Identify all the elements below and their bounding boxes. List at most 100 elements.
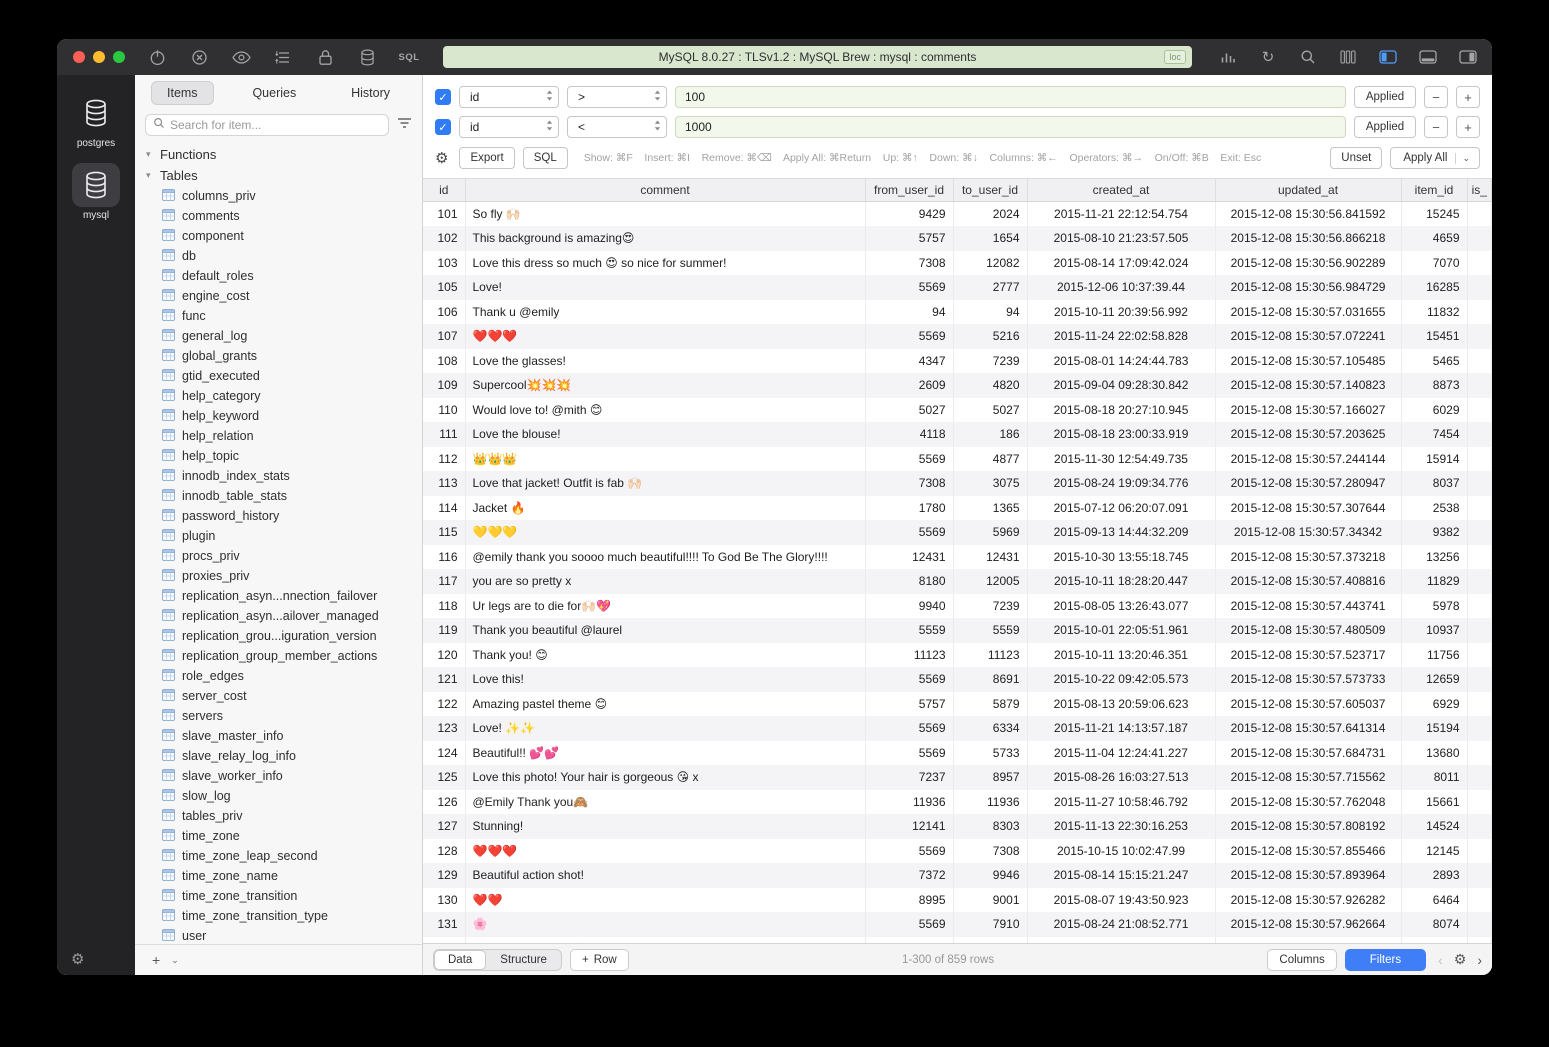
- cell-created_at[interactable]: 2015-08-14 15:15:21.247: [1027, 863, 1215, 888]
- cell-from_user_id[interactable]: 9940: [865, 594, 953, 619]
- cell-created_at[interactable]: 2015-07-12 06:20:07.091: [1027, 496, 1215, 521]
- cell-created_at[interactable]: 2015-10-01 22:05:51.961: [1027, 618, 1215, 643]
- sidebar-table-innodb_table_stats[interactable]: innodb_table_stats: [135, 486, 422, 506]
- cell-id[interactable]: 112: [423, 447, 465, 472]
- lock-icon[interactable]: [315, 47, 335, 67]
- cell-created_at[interactable]: 2015-11-04 12:24:41.227: [1027, 741, 1215, 766]
- sidebar-table-help_category[interactable]: help_category: [135, 386, 422, 406]
- cell-comment[interactable]: Amazing pastel theme 😊: [465, 692, 865, 717]
- connection-postgres[interactable]: postgres: [72, 91, 120, 149]
- sidebar-table-password_history[interactable]: password_history: [135, 506, 422, 526]
- add-filter-button[interactable]: +: [1456, 116, 1480, 138]
- cell-item_id[interactable]: 8011: [1401, 765, 1467, 790]
- cell-from_user_id[interactable]: 12431: [865, 545, 953, 570]
- cell-is_[interactable]: [1467, 839, 1492, 864]
- cell-to_user_id[interactable]: 11936: [953, 790, 1027, 815]
- cell-item_id[interactable]: 12659: [1401, 667, 1467, 692]
- cell-updated_at[interactable]: 2015-12-08 15:30:57.34342: [1215, 520, 1401, 545]
- filter-applied-button[interactable]: Applied: [1354, 116, 1416, 138]
- cell-id[interactable]: 101: [423, 201, 465, 226]
- connection-icon[interactable]: [147, 47, 167, 67]
- cell-from_user_id[interactable]: 11123: [865, 643, 953, 668]
- columns-view-icon[interactable]: [1338, 47, 1358, 67]
- cell-to_user_id[interactable]: 12082: [953, 251, 1027, 276]
- cell-item_id[interactable]: 4659: [1401, 226, 1467, 251]
- cell-updated_at[interactable]: 2015-12-08 15:30:56.866218: [1215, 226, 1401, 251]
- sidebar-table-role_edges[interactable]: role_edges: [135, 666, 422, 686]
- disclosure-triangle-icon[interactable]: ▾: [146, 149, 155, 160]
- cell-updated_at[interactable]: 2015-12-08 15:30:57.893964: [1215, 863, 1401, 888]
- column-header-comment[interactable]: comment: [465, 179, 865, 201]
- cell-is_[interactable]: [1467, 888, 1492, 913]
- cell-updated_at[interactable]: 2015-12-08 15:30:57.140823: [1215, 373, 1401, 398]
- toggle-left-panel-icon[interactable]: [1378, 47, 1398, 67]
- add-item-button[interactable]: +: [145, 952, 167, 968]
- cell-item_id[interactable]: 15245: [1401, 201, 1467, 226]
- sidebar-table-proxies_priv[interactable]: proxies_priv: [135, 566, 422, 586]
- cell-id[interactable]: 129: [423, 863, 465, 888]
- cell-created_at[interactable]: 2015-10-11 13:20:46.351: [1027, 643, 1215, 668]
- table-row[interactable]: 120Thank you! 😊11123111232015-10-11 13:2…: [423, 643, 1492, 668]
- table-row[interactable]: 113Love that jacket! Outfit is fab 🙌🏻730…: [423, 471, 1492, 496]
- sidebar-table-help_keyword[interactable]: help_keyword: [135, 406, 422, 426]
- cell-updated_at[interactable]: 2015-12-08 15:30:57.605037: [1215, 692, 1401, 717]
- cell-updated_at[interactable]: 2015-12-08 15:30:57.072241: [1215, 324, 1401, 349]
- cell-is_[interactable]: [1467, 594, 1492, 619]
- sql-editor-icon[interactable]: SQL: [399, 47, 419, 67]
- cell-item_id[interactable]: 2893: [1401, 863, 1467, 888]
- prev-page-icon[interactable]: ‹: [1438, 952, 1443, 968]
- cell-created_at[interactable]: 2015-10-22 09:42:05.573: [1027, 667, 1215, 692]
- sidebar-table-replication_group_member_actions[interactable]: replication_group_member_actions: [135, 646, 422, 666]
- cell-to_user_id[interactable]: 11123: [953, 643, 1027, 668]
- cell-from_user_id[interactable]: 94: [865, 300, 953, 325]
- cell-to_user_id[interactable]: 5559: [953, 618, 1027, 643]
- cell-id[interactable]: 110: [423, 398, 465, 423]
- cell-is_[interactable]: [1467, 398, 1492, 423]
- cell-from_user_id[interactable]: 1780: [865, 496, 953, 521]
- cell-from_user_id[interactable]: 5569: [865, 324, 953, 349]
- cell-is_[interactable]: [1467, 618, 1492, 643]
- table-row[interactable]: 101So fly 🙌🏻942920242015-11-21 22:12:54.…: [423, 201, 1492, 226]
- table-row[interactable]: 122Amazing pastel theme 😊575758792015-08…: [423, 692, 1492, 717]
- cell-item_id[interactable]: 14524: [1401, 814, 1467, 839]
- cell-is_[interactable]: [1467, 569, 1492, 594]
- cell-id[interactable]: 121: [423, 667, 465, 692]
- close-window-button[interactable]: [73, 51, 85, 63]
- filter-value-input[interactable]: [675, 116, 1346, 138]
- sidebar-table-time_zone[interactable]: time_zone: [135, 826, 422, 846]
- sidebar-table-time_zone_leap_second[interactable]: time_zone_leap_second: [135, 846, 422, 866]
- cell-item_id[interactable]: 6464: [1401, 888, 1467, 913]
- sidebar-table-help_relation[interactable]: help_relation: [135, 426, 422, 446]
- cell-comment[interactable]: Ur legs are to die for🙌🏻💖: [465, 594, 865, 619]
- column-header-to_user_id[interactable]: to_user_id: [953, 179, 1027, 201]
- cell-is_[interactable]: [1467, 545, 1492, 570]
- cell-comment[interactable]: ❤️❤️: [465, 888, 865, 913]
- cell-created_at[interactable]: 2015-10-30 13:55:18.745: [1027, 545, 1215, 570]
- cell-updated_at[interactable]: 2015-12-08 15:30:57.808192: [1215, 814, 1401, 839]
- cell-id[interactable]: 115: [423, 520, 465, 545]
- cell-id[interactable]: 109: [423, 373, 465, 398]
- table-row[interactable]: 123Love! ✨✨556963342015-11-21 14:13:57.1…: [423, 716, 1492, 741]
- cell-is_[interactable]: [1467, 349, 1492, 374]
- filter-enabled-checkbox[interactable]: ✓: [435, 89, 451, 105]
- filter-column-select[interactable]: id: [459, 116, 559, 138]
- zoom-window-button[interactable]: [113, 51, 125, 63]
- cell-item_id[interactable]: 11829: [1401, 569, 1467, 594]
- add-item-chevron-icon[interactable]: ⌄: [167, 955, 183, 966]
- sidebar-table-global_grants[interactable]: global_grants: [135, 346, 422, 366]
- search-icon[interactable]: [1298, 47, 1318, 67]
- cell-item_id[interactable]: 2538: [1401, 496, 1467, 521]
- cell-updated_at[interactable]: 2015-12-08 15:30:56.841592: [1215, 201, 1401, 226]
- cell-is_[interactable]: [1467, 863, 1492, 888]
- cell-created_at[interactable]: 2015-10-15 10:02:47.99: [1027, 839, 1215, 864]
- cell-item_id[interactable]: 5465: [1401, 349, 1467, 374]
- table-row[interactable]: 110Would love to! @mith 😊502750272015-08…: [423, 398, 1492, 423]
- cell-comment[interactable]: Love!: [465, 275, 865, 300]
- cell-is_[interactable]: [1467, 447, 1492, 472]
- table-row[interactable]: 126@Emily Thank you🙈11936119362015-11-27…: [423, 790, 1492, 815]
- cell-updated_at[interactable]: 2015-12-08 15:30:57.926282: [1215, 888, 1401, 913]
- tab-items[interactable]: Items: [151, 81, 214, 105]
- cell-id[interactable]: 130: [423, 888, 465, 913]
- cell-id[interactable]: 117: [423, 569, 465, 594]
- filter-value-input[interactable]: [675, 86, 1346, 108]
